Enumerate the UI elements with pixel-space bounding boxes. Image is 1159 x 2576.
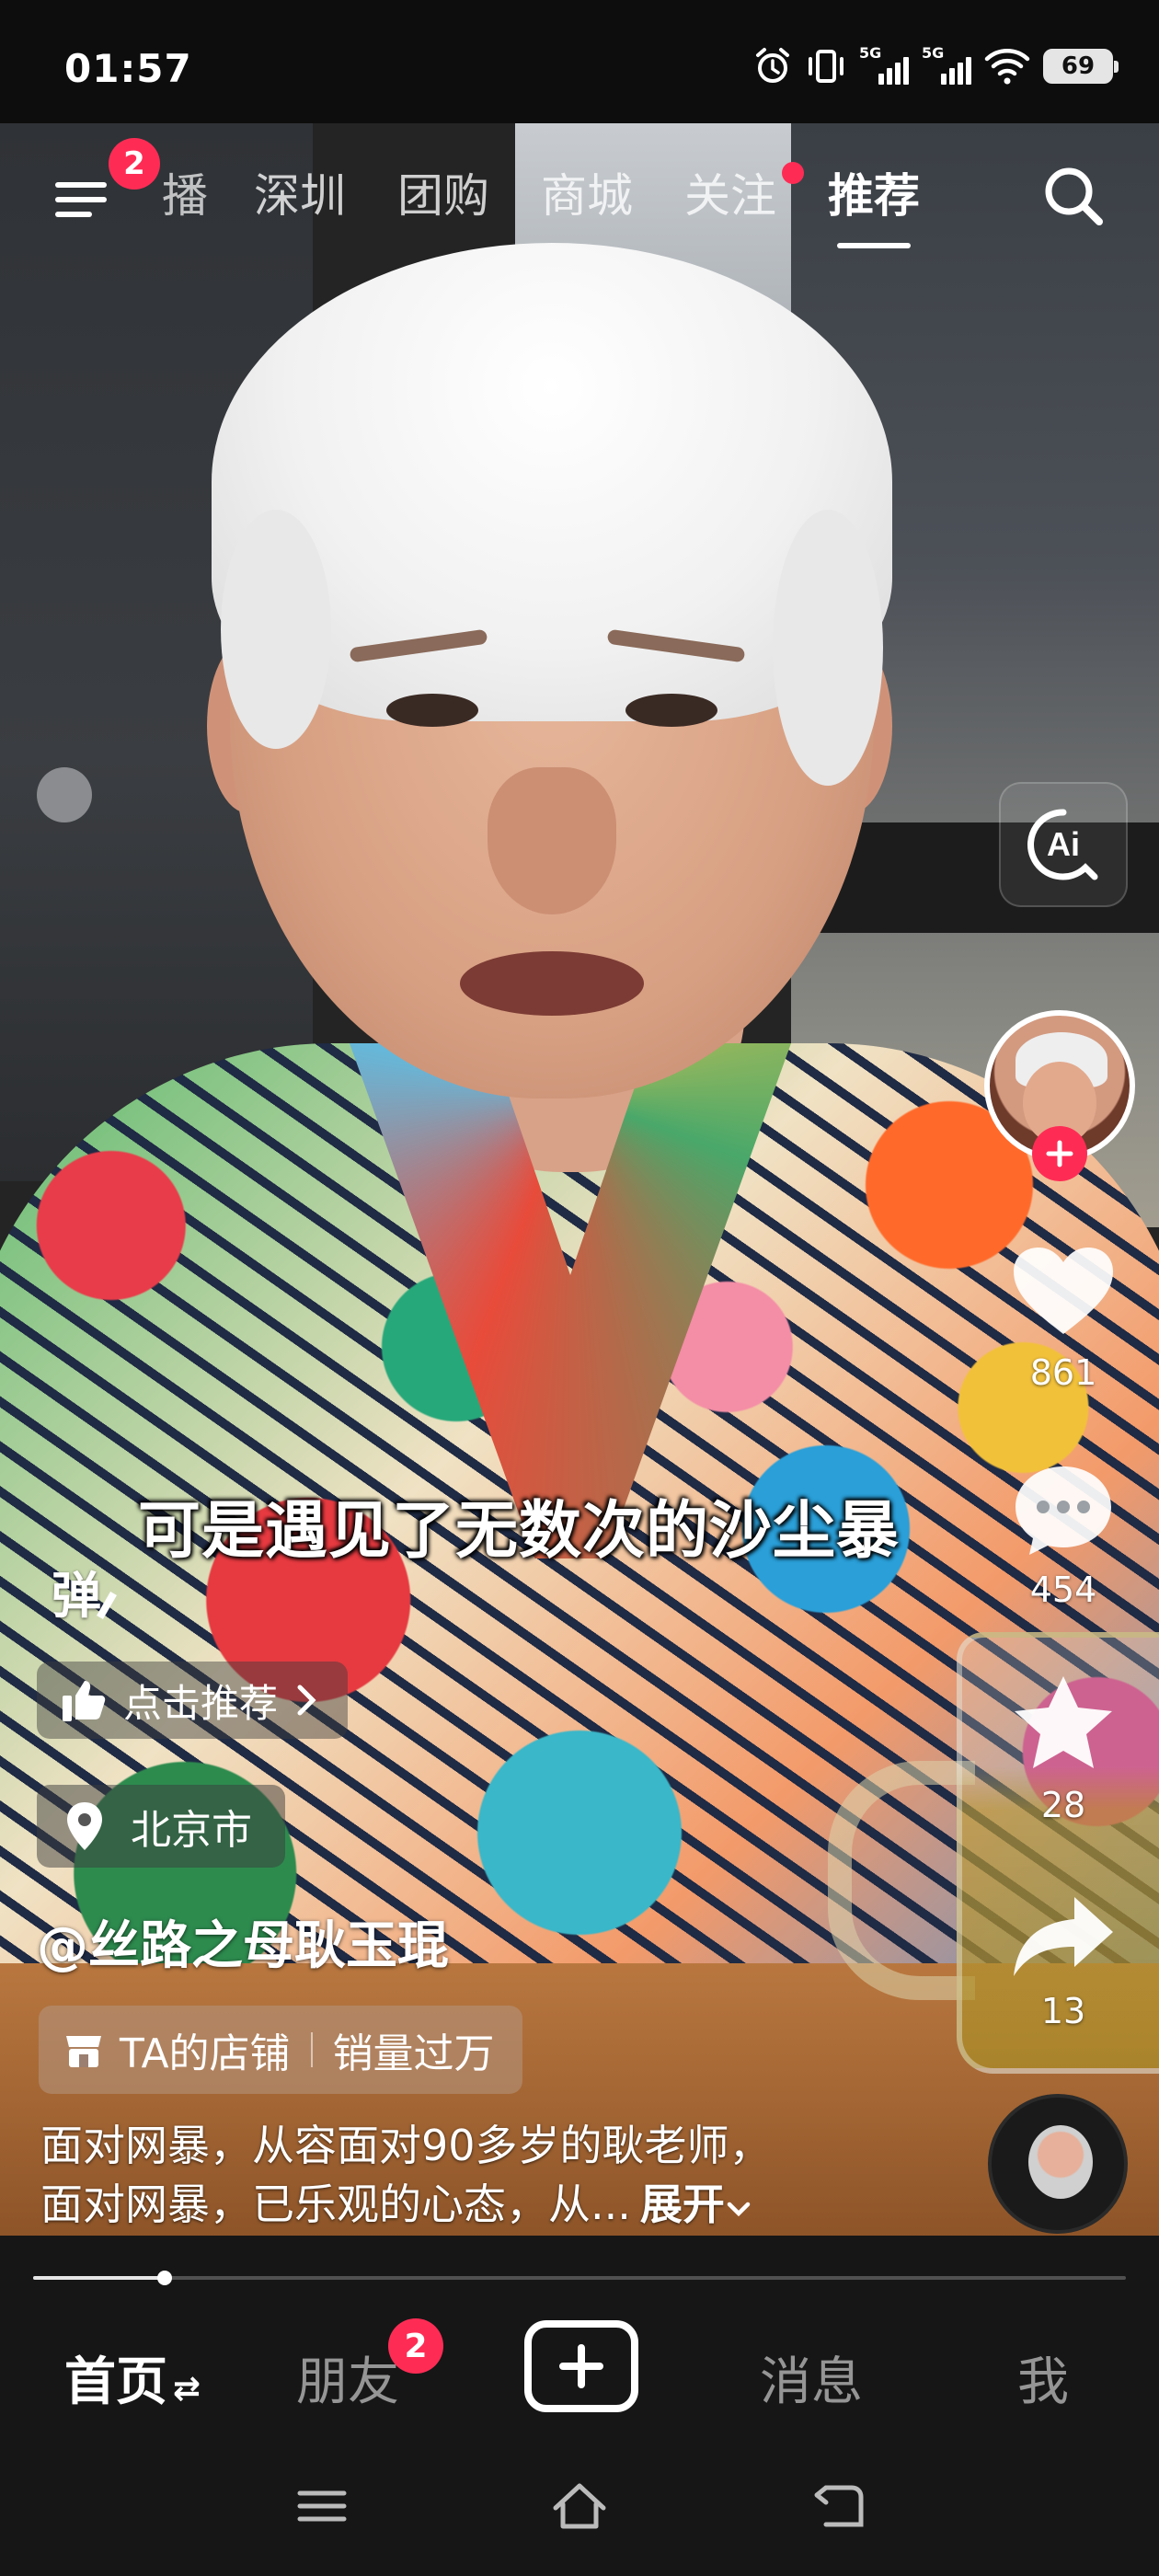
ai-icon: Ai <box>1027 809 1098 880</box>
signal-indicator-1: 5G <box>859 44 909 85</box>
recommend-label: 点击推荐 <box>123 1680 279 1726</box>
search-icon <box>1045 167 1103 225</box>
expand-label: 展开 <box>639 2179 725 2229</box>
status-bar: 01:57 5G 5G 69 <box>0 0 1159 123</box>
progress-knob[interactable] <box>156 2271 172 2285</box>
like-action[interactable]: 861 <box>999 1242 1128 1393</box>
vibrate-icon <box>806 46 846 86</box>
ai-label: Ai <box>1047 825 1080 863</box>
hair-side-left <box>221 510 331 749</box>
heart-icon <box>1014 1248 1113 1334</box>
tab-shenzhen[interactable]: 深圳 <box>254 164 346 228</box>
comment-icon <box>1016 1466 1111 1555</box>
video-subtitle: 可是遇见了无数次的沙尘暴 <box>138 1495 901 1568</box>
share-count: 13 <box>1040 1991 1086 2031</box>
share-icon <box>1014 1897 1113 1976</box>
shop-sales-label: 销量过万 <box>332 2030 495 2077</box>
create-button[interactable] <box>524 2320 638 2412</box>
eye-right <box>625 694 717 727</box>
nav-home[interactable]: 首页 ⇄ <box>64 2340 201 2415</box>
sys-back-icon <box>814 2485 864 2527</box>
nav-me[interactable]: 我 <box>1017 2340 1069 2415</box>
plus-icon <box>559 2344 603 2388</box>
sys-back-button[interactable] <box>808 2477 866 2536</box>
tab-following-label: 关注 <box>684 169 776 223</box>
shop-label: TA的店铺 <box>120 2030 291 2077</box>
top-navigation: 2 播 深圳 团购 商城 关注 推荐 <box>0 138 1159 248</box>
nav-messages[interactable]: 消息 <box>760 2340 863 2415</box>
following-notification-dot <box>782 162 804 184</box>
bottom-navigation: 首页 ⇄ 朋友 2 消息 我 <box>0 2300 1159 2438</box>
sys-home-icon <box>553 2483 606 2529</box>
tab-following[interactable]: 关注 <box>684 162 804 228</box>
plus-icon <box>1046 1140 1073 1167</box>
ai-assistant-button[interactable]: Ai <box>999 782 1128 907</box>
battery-icon: 69 <box>1043 49 1119 84</box>
shop-icon <box>66 2036 101 2067</box>
comment-action[interactable]: 454 <box>999 1459 1128 1610</box>
like-count: 861 <box>1029 1352 1097 1393</box>
search-button[interactable] <box>1038 160 1111 234</box>
description-line-text: 面对网暴，已乐观的心态，从... <box>40 2179 631 2229</box>
location-pin-icon <box>67 1802 102 1850</box>
location-label: 北京市 <box>131 1807 252 1854</box>
tab-mall[interactable]: 商城 <box>541 164 633 228</box>
wifi-icon <box>984 46 1030 86</box>
menu-badge: 2 <box>109 138 160 190</box>
tab-recommend[interactable]: 推荐 <box>828 164 920 248</box>
author-name[interactable]: @丝路之母耿玉琨 <box>37 1904 449 1979</box>
nose <box>488 767 616 914</box>
expand-button[interactable]: 展开 <box>640 2179 752 2229</box>
system-navigation <box>0 2453 1159 2563</box>
status-time: 01:57 <box>64 46 192 91</box>
tab-group-buy[interactable]: 团购 <box>397 164 489 228</box>
top-tabs: 播 深圳 团购 商城 关注 推荐 <box>162 162 971 248</box>
eye-left <box>386 694 478 727</box>
signal-bars-icon <box>878 57 909 85</box>
comment-count: 454 <box>1029 1570 1097 1610</box>
video-progress-bar[interactable] <box>33 2271 1126 2285</box>
danmu-toggle-button[interactable]: 弹 <box>52 1555 125 1628</box>
friends-badge: 2 <box>388 2318 443 2374</box>
description-line: 面对网暴，从容面对90多岁的耿老师， <box>40 2121 772 2170</box>
sys-menu-button[interactable] <box>293 2477 351 2536</box>
signal-bars-icon <box>941 57 971 85</box>
menu-button[interactable] <box>55 173 114 224</box>
mouth <box>460 951 644 1016</box>
menu-icon <box>55 182 107 188</box>
shop-divider <box>310 2032 313 2067</box>
tea-mug-handle <box>828 1761 975 2000</box>
sys-home-button[interactable] <box>550 2477 609 2536</box>
favorite-count: 28 <box>1040 1785 1086 1825</box>
alarm-icon <box>752 46 793 86</box>
music-disc[interactable] <box>988 2094 1128 2234</box>
description-line: 面对网暴，已乐观的心态，从... 展开 <box>40 2175 960 2234</box>
signal-indicator-2: 5G <box>922 44 971 85</box>
share-action[interactable]: 13 <box>999 1890 1128 2031</box>
favorite-action[interactable]: 28 <box>999 1673 1128 1825</box>
progress-fill <box>33 2276 165 2280</box>
star-icon <box>1015 1676 1112 1768</box>
sys-menu-icon <box>297 2490 347 2522</box>
thumbs-up-icon <box>63 1681 106 1721</box>
nav-home-label: 首页 <box>64 2352 167 2412</box>
tab-live[interactable]: 播 <box>162 164 208 228</box>
hair-side-right <box>773 510 883 786</box>
status-icons: 5G 5G 69 <box>752 44 1119 86</box>
shop-chip[interactable]: TA的店铺 销量过万 <box>39 2006 522 2094</box>
chevron-down-icon <box>727 2202 751 2217</box>
video-description: 面对网暴，从容面对90多岁的耿老师， 面对网暴，已乐观的心态，从... 展开 <box>40 2116 960 2234</box>
follow-plus-button[interactable] <box>1032 1126 1087 1181</box>
swap-icon: ⇄ <box>173 2370 201 2408</box>
location-chip[interactable]: 北京市 <box>37 1785 285 1868</box>
chevron-right-icon <box>297 1685 316 1716</box>
recommend-button[interactable]: 点击推荐 <box>37 1662 349 1739</box>
nav-friends[interactable]: 朋友 <box>296 2340 399 2415</box>
